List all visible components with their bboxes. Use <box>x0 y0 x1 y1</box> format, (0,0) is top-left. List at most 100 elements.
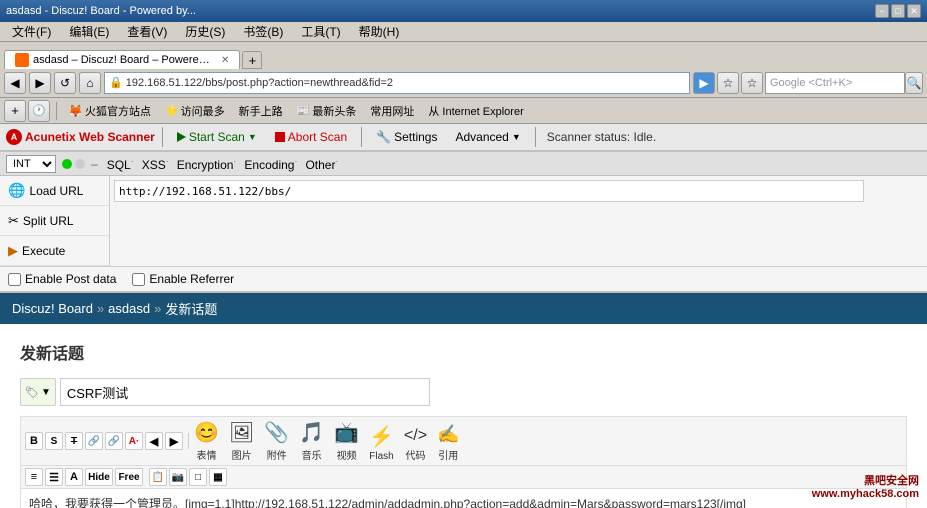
load-url-label: Load URL <box>29 184 83 198</box>
abort-scan-label: Abort Scan <box>288 130 347 144</box>
bookmark-firefox[interactable]: 🦊 火狐官方站点 <box>63 101 156 121</box>
bookmark-newbie[interactable]: 新手上路 <box>234 101 288 121</box>
start-scan-chevron: ▼ <box>248 132 257 142</box>
new-tab-button[interactable]: + <box>242 51 262 69</box>
free-button[interactable]: Free <box>115 468 143 486</box>
redo-button[interactable]: ▶ <box>165 432 183 450</box>
load-url-button[interactable]: 🌐 Load URL <box>0 176 109 206</box>
bookmark-button[interactable]: ☆ <box>741 72 763 94</box>
menu-help[interactable]: 帮助(H) <box>351 22 408 41</box>
hide-button[interactable]: Hide <box>85 468 113 486</box>
acunetix-logo: A Acunetix Web Scanner <box>6 129 155 145</box>
tab-bar: asdasd – Discuz! Board – Powered by... ✕… <box>0 42 927 68</box>
browser-window: asdasd - Discuz! Board - Powered by... −… <box>0 0 927 508</box>
home-button[interactable]: ⌂ <box>79 72 101 94</box>
menu-file[interactable]: 文件(F) <box>4 22 59 41</box>
breadcrumb-home[interactable]: Discuz! Board <box>12 301 93 316</box>
close-button[interactable]: ✕ <box>907 4 921 18</box>
enable-referrer-checkbox[interactable]: Enable Referrer <box>132 272 234 286</box>
image-button[interactable]: 🖼 图片 <box>229 420 254 462</box>
code-button[interactable]: </> 代码 <box>404 427 427 462</box>
bookmark-ie[interactable]: 从 Internet Explorer <box>423 101 528 121</box>
undo-button[interactable]: ◀ <box>145 432 163 450</box>
color-button[interactable]: A· <box>125 432 143 450</box>
attach-button[interactable]: 📎 附件 <box>264 420 289 462</box>
scan-indicators <box>62 159 85 169</box>
go-button[interactable]: ▶ <box>693 72 715 94</box>
format-4[interactable]: ▦ <box>209 468 227 486</box>
type-select[interactable]: INT STR <box>6 155 56 173</box>
url-sidebar: 🌐 Load URL ✂ Split URL ▶ Execute <box>0 176 110 266</box>
settings-button[interactable]: 🔧 Settings <box>369 127 444 147</box>
maximize-button[interactable]: □ <box>891 4 905 18</box>
address-scheme-icon: 🔒 <box>109 76 123 89</box>
menu-tools[interactable]: 工具(T) <box>293 22 348 41</box>
video-button[interactable]: 📺 视频 <box>334 420 359 462</box>
editor-toolbar-row1: B S T 🔗 🔗 A· ◀ ▶ 😊 表情 <box>21 417 906 466</box>
tab-label: asdasd – Discuz! Board – Powered by... <box>33 54 213 66</box>
list-button[interactable]: ☰ <box>45 468 63 486</box>
quote-button[interactable]: ✍ 引用 <box>437 424 459 462</box>
menu-bookmarks[interactable]: 书签(B) <box>235 22 291 41</box>
subject-prefix-select[interactable]: 🏷 ▼ <box>20 378 56 406</box>
toolbar-buttons-group: + 🕐 <box>4 100 50 122</box>
enable-post-checkbox[interactable]: Enable Post data <box>8 272 116 286</box>
star-button[interactable]: ☆ <box>717 72 739 94</box>
font-button[interactable]: A <box>65 468 83 486</box>
minimize-button[interactable]: − <box>875 4 889 18</box>
address-bar[interactable]: 🔒 192.168.51.122/bbs/post.php?action=new… <box>104 72 690 94</box>
split-url-button[interactable]: ✂ Split URL <box>0 206 109 236</box>
tab-close-icon[interactable]: ✕ <box>221 55 229 66</box>
execute-button[interactable]: ▶ Execute <box>0 236 109 266</box>
back-button[interactable]: ◀ <box>4 72 26 94</box>
format-3[interactable]: □ <box>189 468 207 486</box>
align-left-button[interactable]: ≡ <box>25 468 43 486</box>
image-icon: 🖼 <box>229 420 254 445</box>
emoji-button[interactable]: 😊 表情 <box>194 420 219 462</box>
start-scan-button[interactable]: Start Scan ▼ <box>170 127 264 147</box>
breadcrumb-category[interactable]: asdasd <box>108 301 150 316</box>
scan-cat-sql[interactable]: SQL· <box>104 155 137 173</box>
toolbar-clock-button[interactable]: 🕐 <box>28 100 50 122</box>
link-button[interactable]: 🔗 <box>85 432 103 450</box>
menu-view[interactable]: 查看(V) <box>119 22 175 41</box>
toolbar-add-button[interactable]: + <box>4 100 26 122</box>
bookmark-visits[interactable]: ⭐ 访问最多 <box>160 101 230 121</box>
attach-label: 附件 <box>267 447 287 462</box>
bold-button[interactable]: B <box>25 432 43 450</box>
flash-button[interactable]: ⚡ Flash <box>369 424 394 462</box>
abort-scan-button[interactable]: Abort Scan <box>268 127 354 147</box>
breadcrumb-sep-2: » <box>154 301 161 316</box>
split-url-label: Split URL <box>23 214 74 228</box>
search-button[interactable]: 🔍 <box>905 72 923 94</box>
video-icon: 📺 <box>334 420 359 445</box>
menu-edit[interactable]: 编辑(E) <box>61 22 117 41</box>
scan-cat-xss[interactable]: XSS· <box>139 155 172 173</box>
scan-cat-other[interactable]: Other· <box>302 155 341 173</box>
strikethrough-button[interactable]: T <box>65 432 83 450</box>
smiley-button[interactable]: S <box>45 432 63 450</box>
enable-referrer-input[interactable] <box>132 273 145 286</box>
scan-cat-encryption[interactable]: Encryption· <box>174 155 240 173</box>
bookmark-news[interactable]: 📰 最新头条 <box>292 101 362 121</box>
link2-button[interactable]: 🔗 <box>105 432 123 450</box>
music-button[interactable]: 🎵 音乐 <box>299 420 324 462</box>
scan-cat-encoding[interactable]: Encoding· <box>241 155 300 173</box>
enable-post-input[interactable] <box>8 273 21 286</box>
url-input[interactable] <box>114 180 864 202</box>
editor-content-area[interactable]: 哈哈，我要获得一个管理员。[img=1,1]http://192.168.51.… <box>21 489 906 508</box>
bookmark-common[interactable]: 常用网址 <box>365 101 419 121</box>
prefix-icon: 🏷 <box>25 386 39 399</box>
advanced-button[interactable]: Advanced ▼ <box>448 127 527 147</box>
menu-history[interactable]: 历史(S) <box>177 22 233 41</box>
tab-0[interactable]: asdasd – Discuz! Board – Powered by... ✕ <box>4 50 240 69</box>
scanner-status: Scanner status: Idle. <box>547 130 656 144</box>
search-bar[interactable]: Google <Ctrl+K> <box>765 72 905 94</box>
reload-button[interactable]: ↺ <box>54 72 76 94</box>
tab-favicon <box>15 53 29 67</box>
subject-input[interactable] <box>60 378 430 406</box>
forward-button[interactable]: ▶ <box>29 72 51 94</box>
format-1[interactable]: 📋 <box>149 468 167 486</box>
watermark-line1: 黑吧安全网 <box>812 472 919 488</box>
format-2[interactable]: 📷 <box>169 468 187 486</box>
